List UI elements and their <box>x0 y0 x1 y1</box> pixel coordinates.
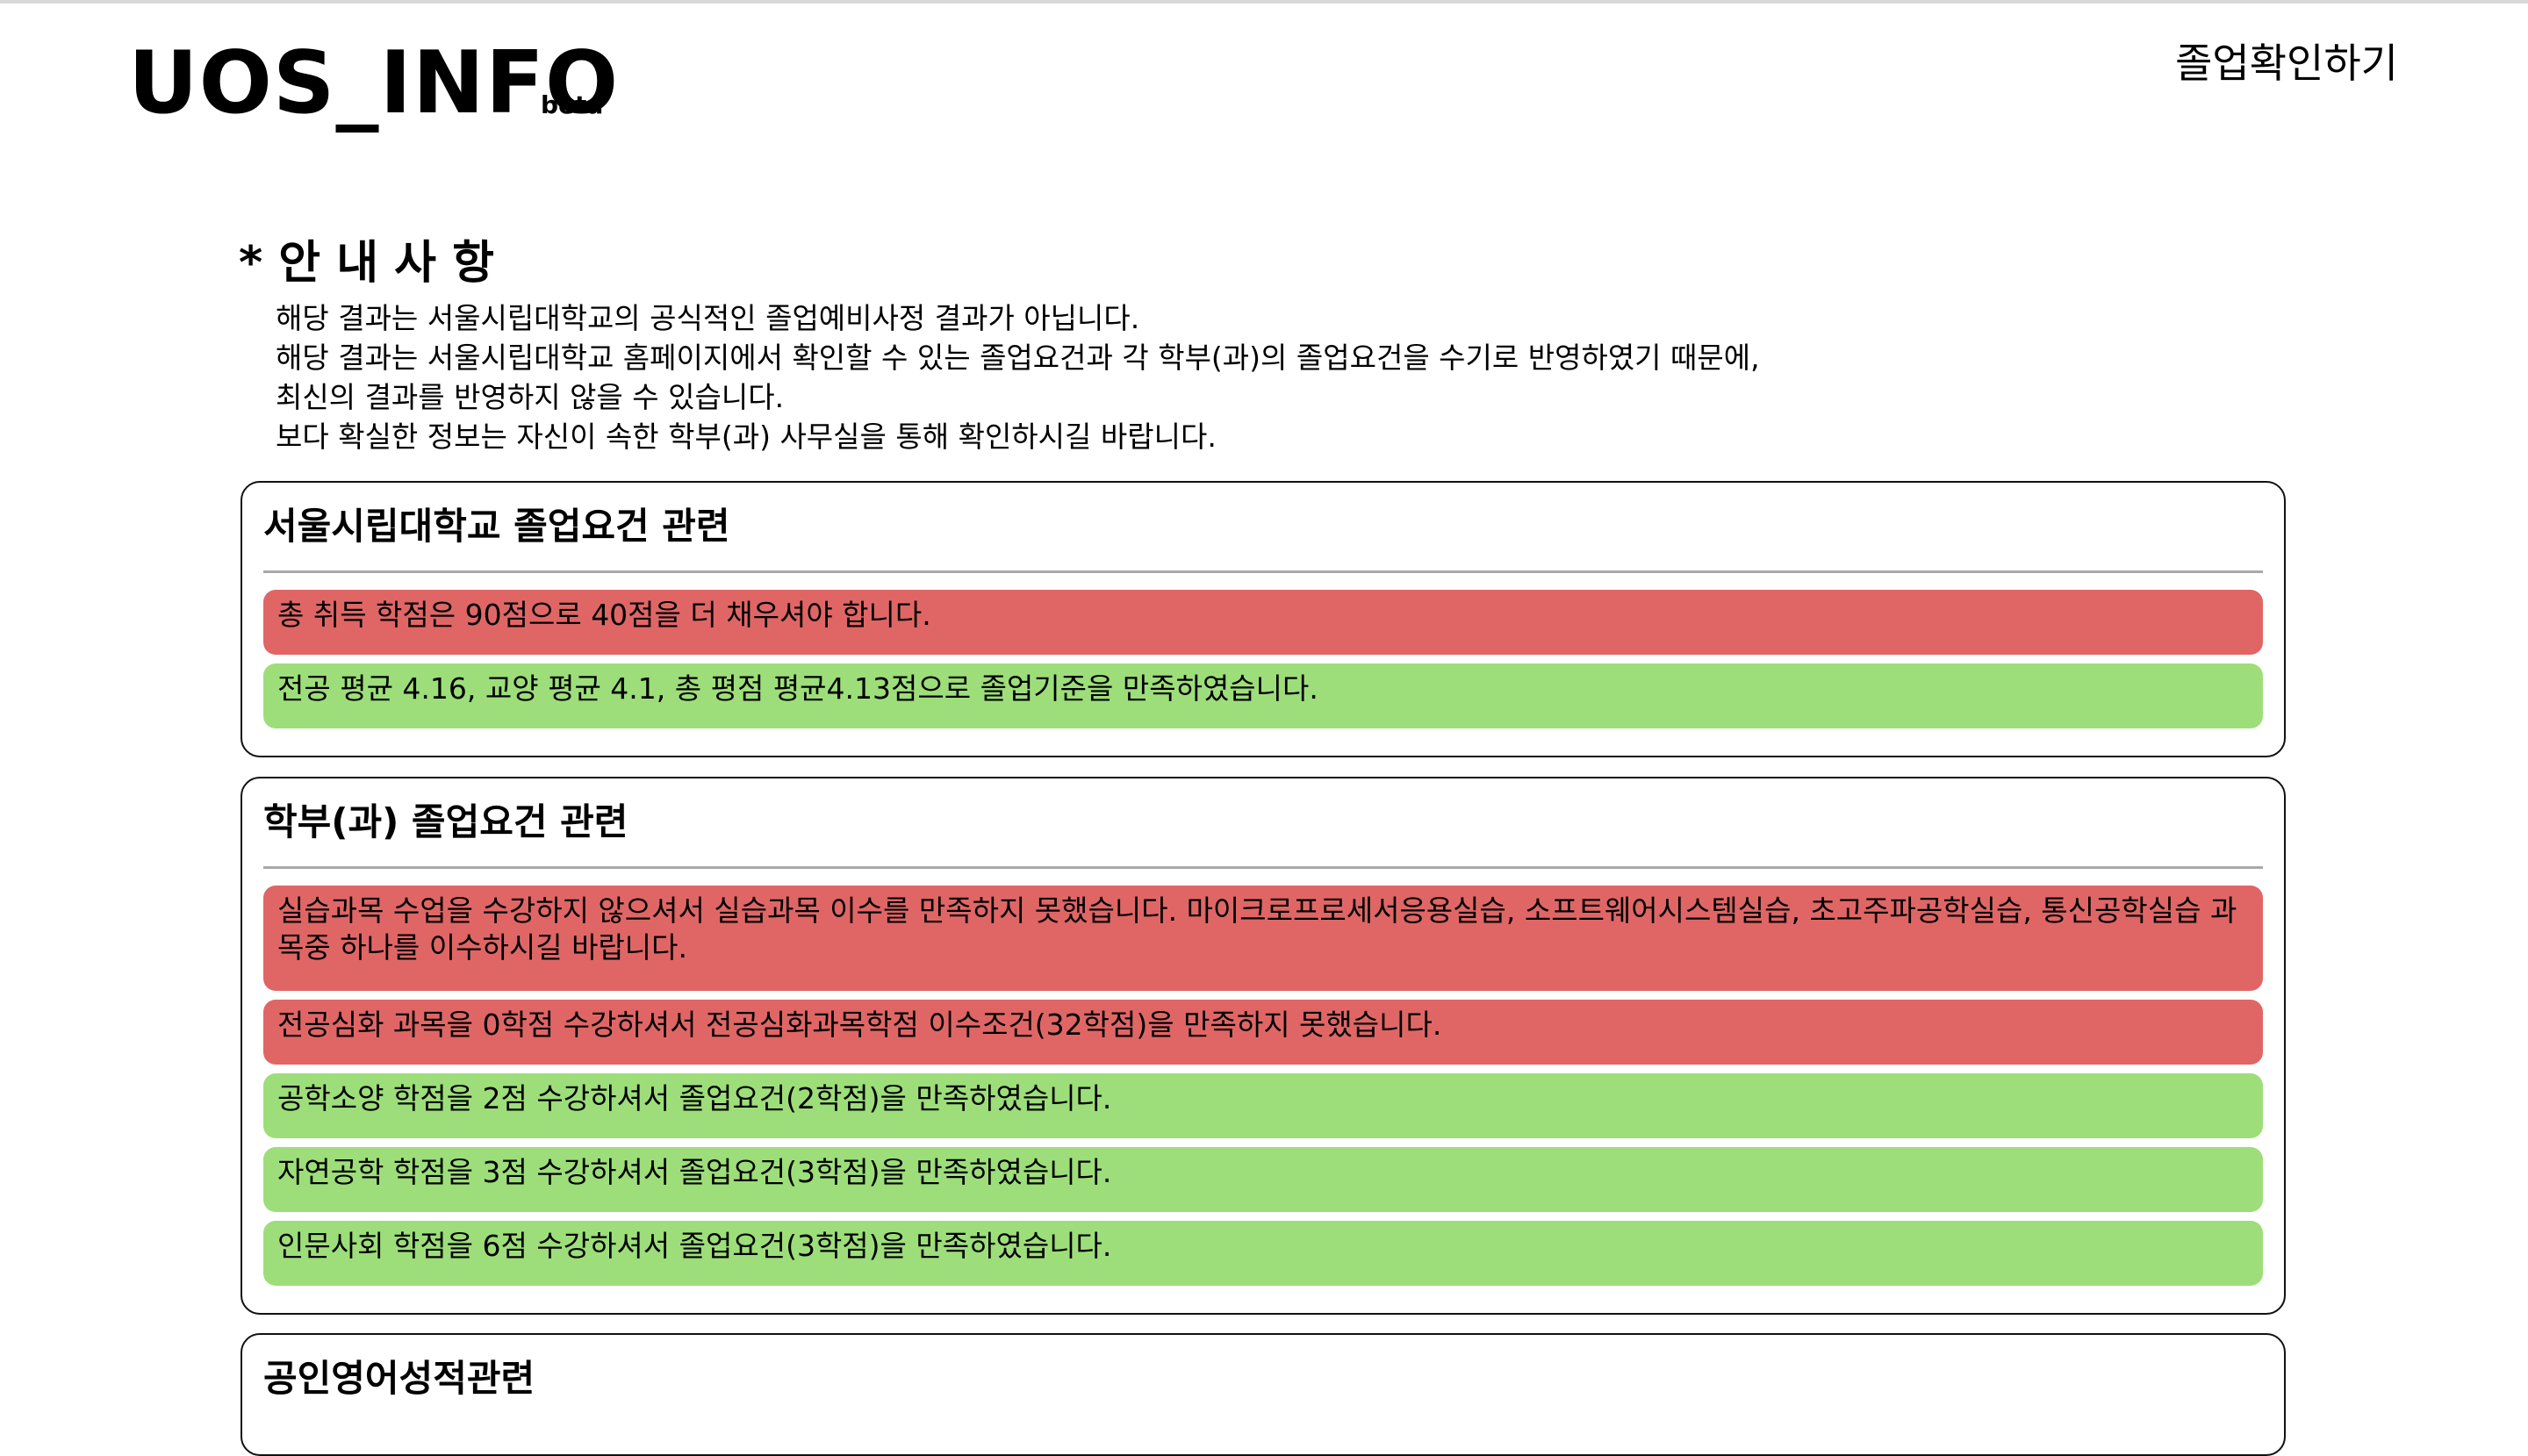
requirement-pass-message: 전공 평균 4.16, 교양 평균 4.1, 총 평점 평균4.13점으로 졸업… <box>263 663 2263 728</box>
section-divider <box>263 866 2263 869</box>
notice-line: 최신의 결과를 반영하지 않을 수 있습니다. <box>276 380 785 414</box>
department-requirements-card: 학부(과) 졸업요건 관련 실습과목 수업을 수강하지 않으셔서 실습과목 이수… <box>241 777 2286 1315</box>
graduation-check-link[interactable]: 졸업확인하기 <box>2175 39 2398 88</box>
notice-line: 보다 확실한 정보는 자신이 속한 학부(과) 사무실을 통해 확인하시길 바랍… <box>276 420 1217 454</box>
requirement-fail-message: 총 취득 학점은 90점으로 40점을 더 채우셔야 합니다. <box>263 590 2263 655</box>
section-divider <box>263 570 2263 573</box>
requirement-fail-message: 전공심화 과목을 0학점 수강하셔서 전공심화과목학점 이수조건(32학점)을 … <box>263 1000 2263 1065</box>
university-requirements-card: 서울시립대학교 졸업요건 관련 총 취득 학점은 90점으로 40점을 더 채우… <box>241 481 2286 757</box>
requirement-pass-message: 자연공학 학점을 3점 수강하셔서 졸업요건(3학점)을 만족하였습니다. <box>263 1147 2263 1212</box>
section-title: 서울시립대학교 졸업요건 관련 <box>263 505 730 548</box>
beta-badge: beta <box>541 90 604 119</box>
english-score-card: 공인영어성적관련 <box>241 1333 2286 1456</box>
notice-line: 해당 결과는 서울시립대학교의 공식적인 졸업예비사정 결과가 아닙니다. <box>276 301 1140 335</box>
notice-line: 해당 결과는 서울시립대학교 홈페이지에서 확인할 수 있는 졸업요건과 각 학… <box>276 341 1760 375</box>
notice-title: * 안 내 사 항 <box>239 237 494 290</box>
notice-body: 해당 결과는 서울시립대학교의 공식적인 졸업예비사정 결과가 아닙니다. 해당… <box>276 298 1760 456</box>
section-title: 공인영어성적관련 <box>263 1357 535 1400</box>
requirement-pass-message: 공학소양 학점을 2점 수강하셔서 졸업요건(2학점)을 만족하였습니다. <box>263 1073 2263 1138</box>
top-border <box>0 0 2528 4</box>
section-title: 학부(과) 졸업요건 관련 <box>263 800 628 843</box>
requirement-pass-message: 인문사회 학점을 6점 수강하셔서 졸업요건(3학점)을 만족하였습니다. <box>263 1221 2263 1286</box>
requirement-fail-message: 실습과목 수업을 수강하지 않으셔서 실습과목 이수를 만족하지 못했습니다. … <box>263 886 2263 991</box>
